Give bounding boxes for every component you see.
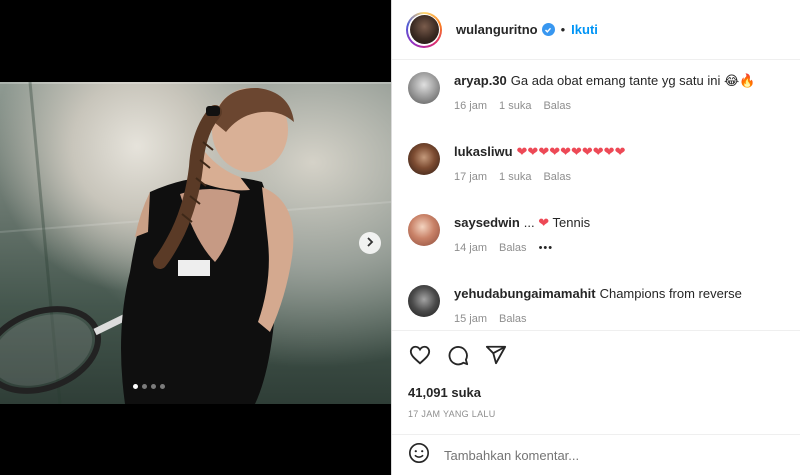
likes-count[interactable]: 41,091 suka	[408, 385, 481, 400]
comment-avatar[interactable]	[408, 285, 440, 317]
slide-dot-1	[133, 384, 138, 389]
comment-item: yehudabungaimamahit Champions from revers…	[408, 285, 742, 325]
post-header: wulanguritno • Ikuti	[392, 0, 800, 60]
comment-line: aryap.30 Ga ada obat emang tante yg satu …	[454, 72, 755, 90]
avatar-border	[408, 13, 440, 46]
avatar-image	[409, 15, 439, 44]
comment-meta: 17 jam 1 suka Balas	[454, 171, 625, 183]
reply-button[interactable]: Balas	[499, 242, 527, 254]
comments-list: aryap.30 Ga ada obat emang tante yg satu …	[392, 61, 800, 329]
comment-item: saysedwin... ❤ Tennis 14 jam Balas •••	[408, 214, 590, 254]
post-actions: 41,091 suka 17 JAM YANG LALU	[392, 330, 800, 430]
comment-line: saysedwin... ❤ Tennis	[454, 214, 590, 232]
action-icons	[408, 345, 508, 369]
slide-dot-4	[160, 384, 165, 389]
comment-input[interactable]	[444, 447, 744, 463]
reply-button[interactable]: Balas	[543, 171, 571, 183]
comment-username[interactable]: lukasliwu	[454, 144, 513, 159]
comment-username[interactable]: aryap.30	[454, 73, 507, 88]
instagram-post: wulanguritno • Ikuti aryap.30 Ga ada obat…	[0, 0, 800, 475]
emoji-icon[interactable]	[408, 442, 430, 469]
post-media	[0, 0, 391, 475]
comment-button[interactable]	[446, 345, 470, 369]
header-separator: •	[560, 22, 566, 37]
comment-avatar[interactable]	[408, 72, 440, 104]
verified-badge-icon	[541, 23, 555, 36]
comment-avatar[interactable]	[408, 214, 440, 246]
comment-item: lukasliwu ❤❤❤❤❤❤❤❤❤❤ 17 jam 1 suka Balas	[408, 143, 625, 183]
comment-meta: 14 jam Balas •••	[454, 242, 590, 254]
comment-line: yehudabungaimamahit Champions from revers…	[454, 285, 742, 303]
comment-text-prefix: ...	[523, 215, 535, 230]
comment-time[interactable]: 17 jam	[454, 171, 487, 183]
photo-illustration	[0, 82, 391, 404]
post-sidebar: wulanguritno • Ikuti aryap.30 Ga ada obat…	[391, 0, 800, 475]
chevron-right-icon	[365, 234, 375, 252]
comment-body: lukasliwu ❤❤❤❤❤❤❤❤❤❤ 17 jam 1 suka Balas	[454, 143, 625, 183]
paper-plane-icon	[485, 344, 507, 371]
comment-username[interactable]: yehudabungaimamahit	[454, 286, 596, 301]
comment-username[interactable]: saysedwin	[454, 215, 520, 230]
comment-meta: 15 jam Balas	[454, 313, 742, 325]
comment-bubble-icon	[447, 344, 469, 371]
comment-time[interactable]: 14 jam	[454, 242, 487, 254]
add-comment-bar	[392, 434, 800, 475]
share-button[interactable]	[484, 345, 508, 369]
slide-indicator	[133, 384, 165, 389]
heart-outline-icon	[409, 344, 431, 371]
comment-text: Ga ada obat emang tante yg satu ini 😂🔥	[510, 73, 756, 88]
comment-line: lukasliwu ❤❤❤❤❤❤❤❤❤❤	[454, 143, 625, 161]
comment-text: Tennis	[552, 215, 591, 230]
next-slide-button[interactable]	[359, 232, 381, 254]
comment-body: aryap.30 Ga ada obat emang tante yg satu …	[454, 72, 755, 112]
post-username[interactable]: wulanguritno	[456, 22, 538, 37]
comment-likes[interactable]: 1 suka	[499, 100, 531, 112]
follow-button[interactable]: Ikuti	[571, 22, 598, 37]
comment-text: Champions from reverse	[599, 286, 742, 301]
post-photo[interactable]	[0, 82, 391, 404]
reply-button[interactable]: Balas	[543, 100, 571, 112]
comment-body: saysedwin... ❤ Tennis 14 jam Balas •••	[454, 214, 590, 254]
comment-avatar[interactable]	[408, 143, 440, 175]
more-options-icon[interactable]: •••	[539, 242, 554, 254]
comment-time[interactable]: 15 jam	[454, 313, 487, 325]
like-button[interactable]	[408, 345, 432, 369]
comment-meta: 16 jam 1 suka Balas	[454, 100, 755, 112]
comment-item: aryap.30 Ga ada obat emang tante yg satu …	[408, 72, 755, 112]
slide-dot-2	[142, 384, 147, 389]
profile-avatar[interactable]	[406, 11, 442, 48]
comment-text: ❤❤❤❤❤❤❤❤❤❤	[516, 144, 626, 159]
heart-icon: ❤	[538, 215, 550, 230]
comment-time[interactable]: 16 jam	[454, 100, 487, 112]
comment-likes[interactable]: 1 suka	[499, 171, 531, 183]
slide-dot-3	[151, 384, 156, 389]
post-timestamp[interactable]: 17 JAM YANG LALU	[408, 409, 496, 419]
comment-body: yehudabungaimamahit Champions from revers…	[454, 285, 742, 325]
reply-button[interactable]: Balas	[499, 313, 527, 325]
